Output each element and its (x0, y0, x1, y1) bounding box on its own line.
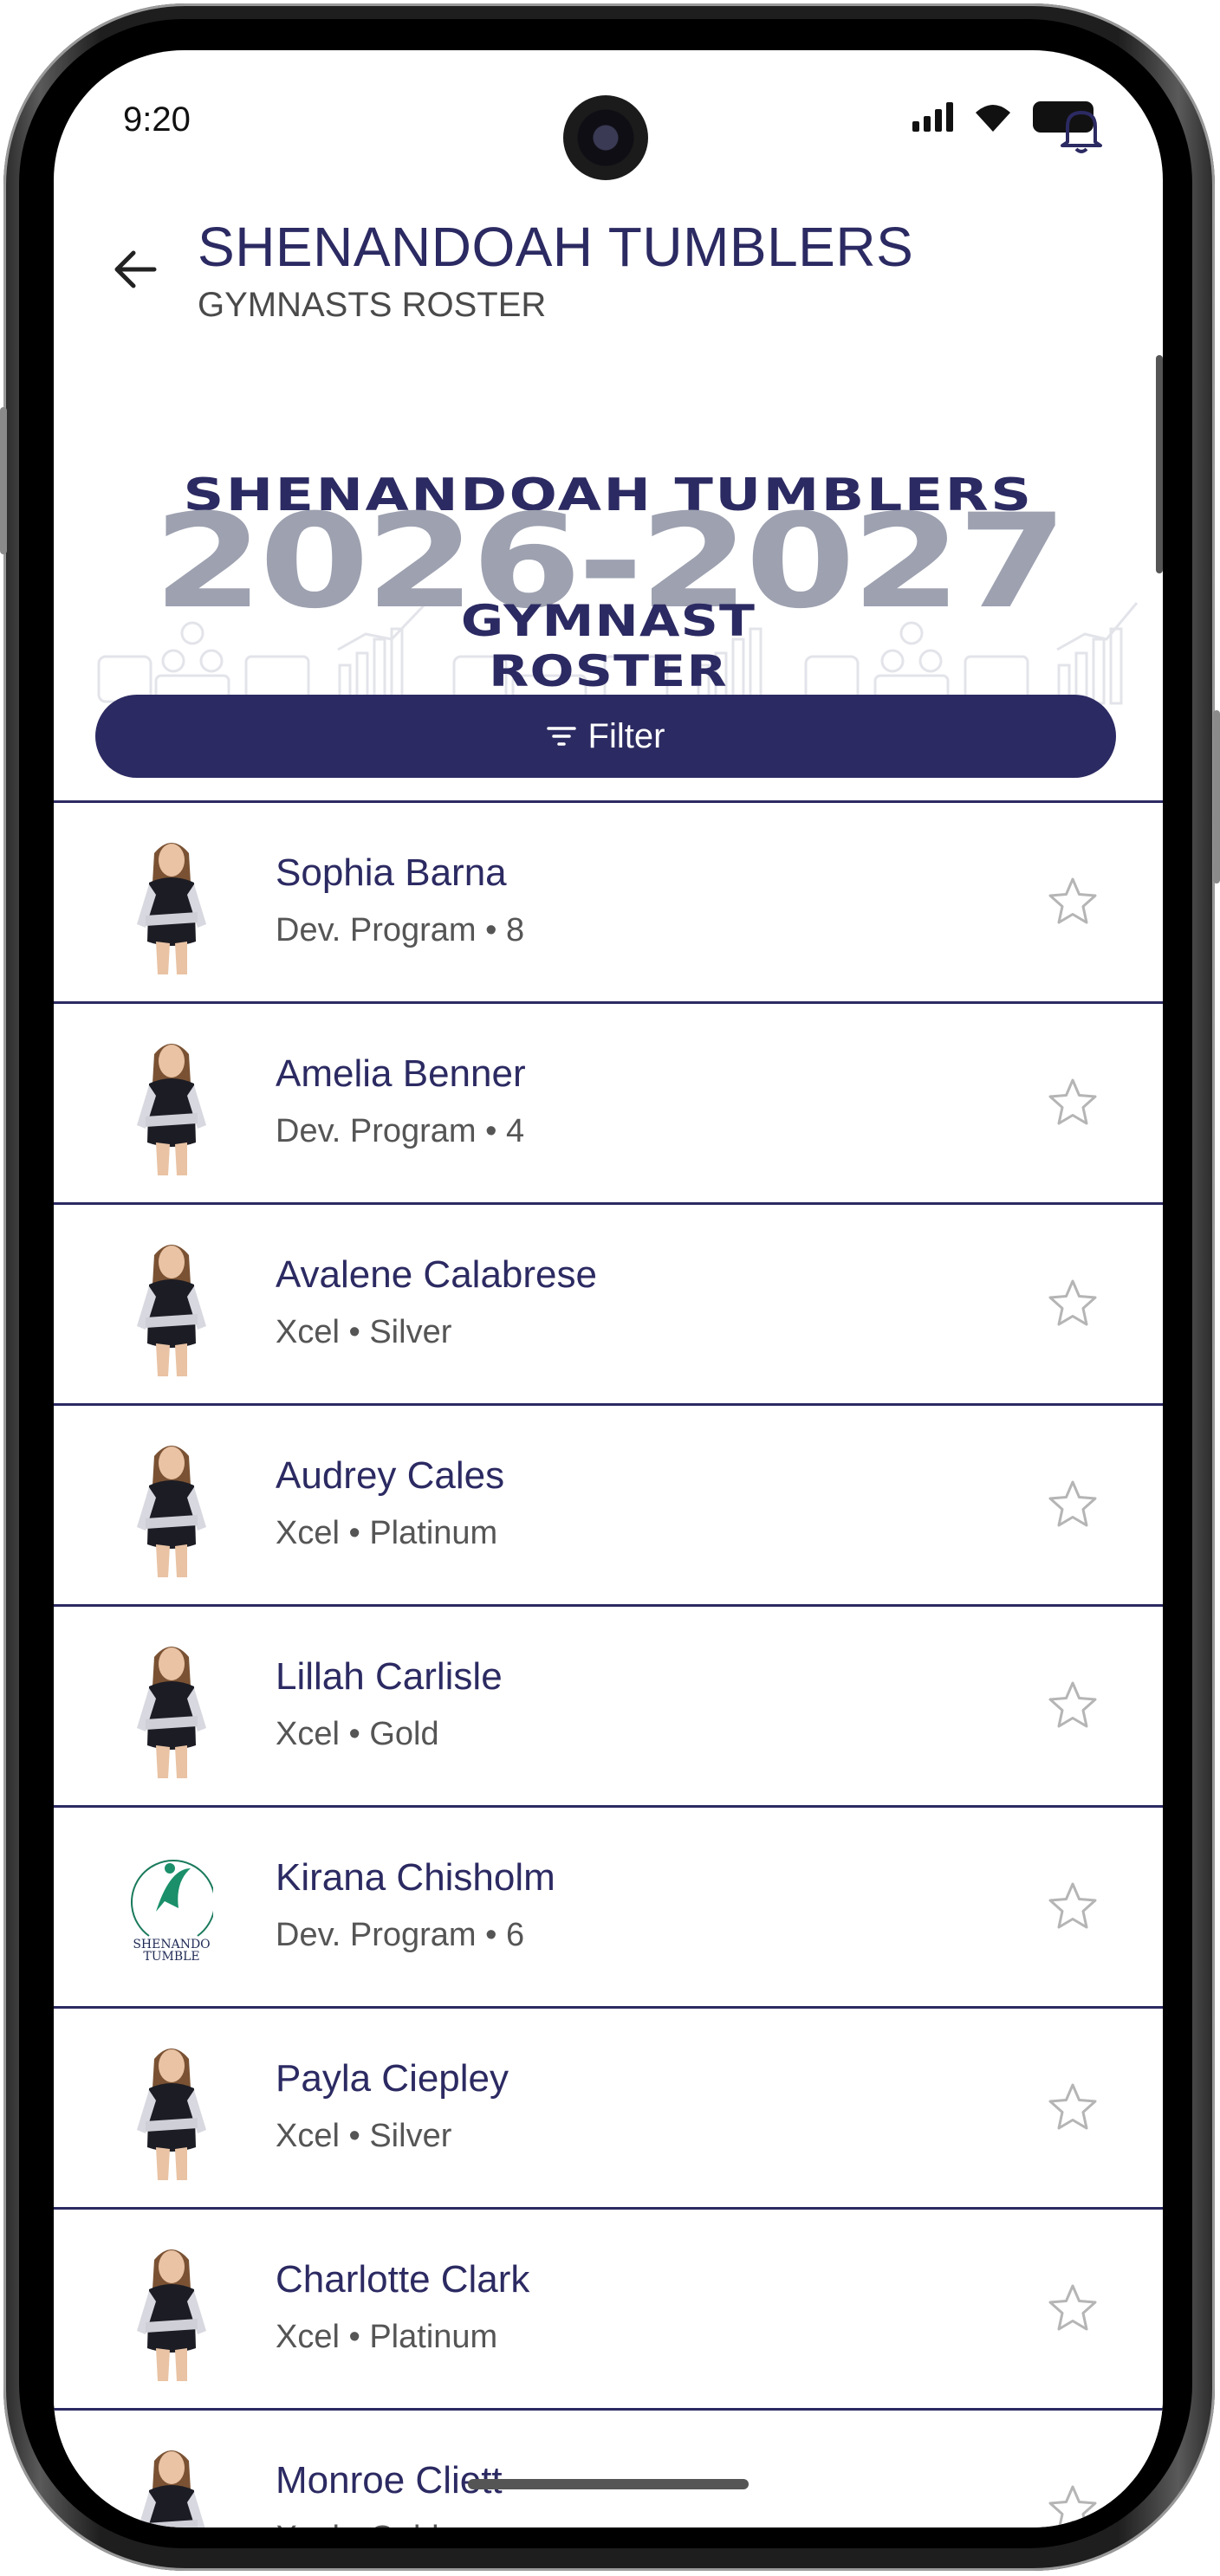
gymnast-photo (130, 829, 213, 976)
gymnast-photo (130, 2035, 213, 2182)
power-button (1213, 710, 1220, 883)
favorite-star-icon[interactable] (1045, 2080, 1100, 2135)
gymnast-row[interactable]: Avalene Calabrese Xcel • Silver (54, 1202, 1163, 1403)
gymnast-name: Amelia Benner (276, 1052, 526, 1095)
gymnast-level: Dev. Program • 6 (276, 1917, 525, 1953)
roster-banner: SHENANDOAH TUMBLERS 2026-2027 GYMNAST RO… (54, 423, 1163, 726)
gymnast-level: Xcel • Silver (276, 1314, 452, 1350)
bell-icon[interactable] (1054, 102, 1109, 158)
wifi-icon (976, 105, 1010, 132)
banner-subtitle-line1: GYMNAST (460, 596, 756, 646)
gymnast-name: Audrey Cales (276, 1454, 505, 1497)
gymnast-row[interactable]: Monroe CliettXcel • Gold (54, 2408, 1163, 2527)
gymnast-level: Xcel • Platinum (276, 2319, 498, 2355)
gymnast-level: Dev. Program • 4 (276, 1113, 525, 1149)
favorite-star-icon[interactable] (1045, 1678, 1100, 1733)
gymnast-row[interactable]: Amelia Benner Dev. Program • 4 (54, 1001, 1163, 1202)
home-indicator[interactable] (468, 2479, 749, 2489)
banner-subtitle-line2: ROSTER (489, 646, 728, 696)
roster-list: Sophia Barna Dev. Program • 8 Amelia Benne… (54, 800, 1163, 2527)
signal-icon (912, 102, 953, 132)
gymnast-level: Xcel • Gold (276, 2520, 439, 2527)
page-subtitle: GYMNASTS ROSTER (198, 286, 547, 324)
filter-label: Filter (587, 716, 665, 755)
status-time: 9:20 (123, 100, 191, 139)
volume-button (0, 407, 7, 554)
page-title: SHENANDOAH TUMBLERS (198, 216, 914, 278)
gymnast-photo (130, 1231, 213, 1378)
gymnast-row[interactable]: Charlotte Clark Xcel • Platinum (54, 2207, 1163, 2408)
gymnast-photo (130, 2437, 213, 2527)
gymnast-photo (130, 1432, 213, 1579)
gymnast-name: Lillah Carlisle (276, 1655, 503, 1698)
banner-subtitle: GYMNAST ROSTER (54, 596, 1163, 696)
filter-icon (546, 727, 576, 746)
gymnast-name: Sophia Barna (276, 851, 507, 894)
gymnast-photo (130, 1633, 213, 1780)
gymnast-row[interactable]: Sophia Barna Dev. Program • 8 (54, 800, 1163, 1001)
gymnast-level: Dev. Program • 8 (276, 912, 525, 948)
filter-button[interactable]: Filter (95, 695, 1116, 778)
front-camera (563, 95, 648, 180)
favorite-star-icon[interactable] (1045, 1276, 1100, 1331)
gymnast-level: Xcel • Silver (276, 2118, 452, 2154)
gymnast-name: Payla Ciepley (276, 2057, 509, 2100)
favorite-star-icon[interactable] (1045, 874, 1100, 929)
favorite-star-icon[interactable] (1045, 1879, 1100, 1934)
gymnast-name: Kirana Chisholm (276, 1856, 555, 1899)
svg-text:TUMBLE: TUMBLE (143, 1950, 199, 1964)
favorite-star-icon[interactable] (1045, 2281, 1100, 2336)
gymnast-level: Xcel • Platinum (276, 1515, 498, 1551)
gymnast-row[interactable]: Lillah Carlisle Xcel • Gold (54, 1604, 1163, 1805)
team-logo: SHENANDO TUMBLE (130, 1834, 216, 1981)
gymnast-name: Avalene Calabrese (276, 1253, 597, 1296)
gymnast-name: Charlotte Clark (276, 2258, 530, 2301)
gymnast-photo (130, 1030, 213, 1177)
favorite-star-icon[interactable] (1045, 1477, 1100, 1532)
back-arrow-icon[interactable] (106, 239, 166, 300)
gymnast-level: Xcel • Gold (276, 1716, 439, 1752)
favorite-star-icon[interactable] (1045, 2482, 1100, 2527)
gymnast-photo (130, 2236, 213, 2383)
gymnast-row[interactable]: Audrey Cales Xcel • Platinum (54, 1403, 1163, 1604)
app-screen: 9:20 SHENANDOAH TUMBLERS GYMNASTS ROSTER (54, 50, 1163, 2527)
gymnast-row[interactable]: Payla Ciepley Xcel • Silver (54, 2006, 1163, 2207)
gymnast-row[interactable]: SHENANDO TUMBLE Kirana Chisholm Dev. Progra… (54, 1805, 1163, 2006)
favorite-star-icon[interactable] (1045, 1075, 1100, 1130)
